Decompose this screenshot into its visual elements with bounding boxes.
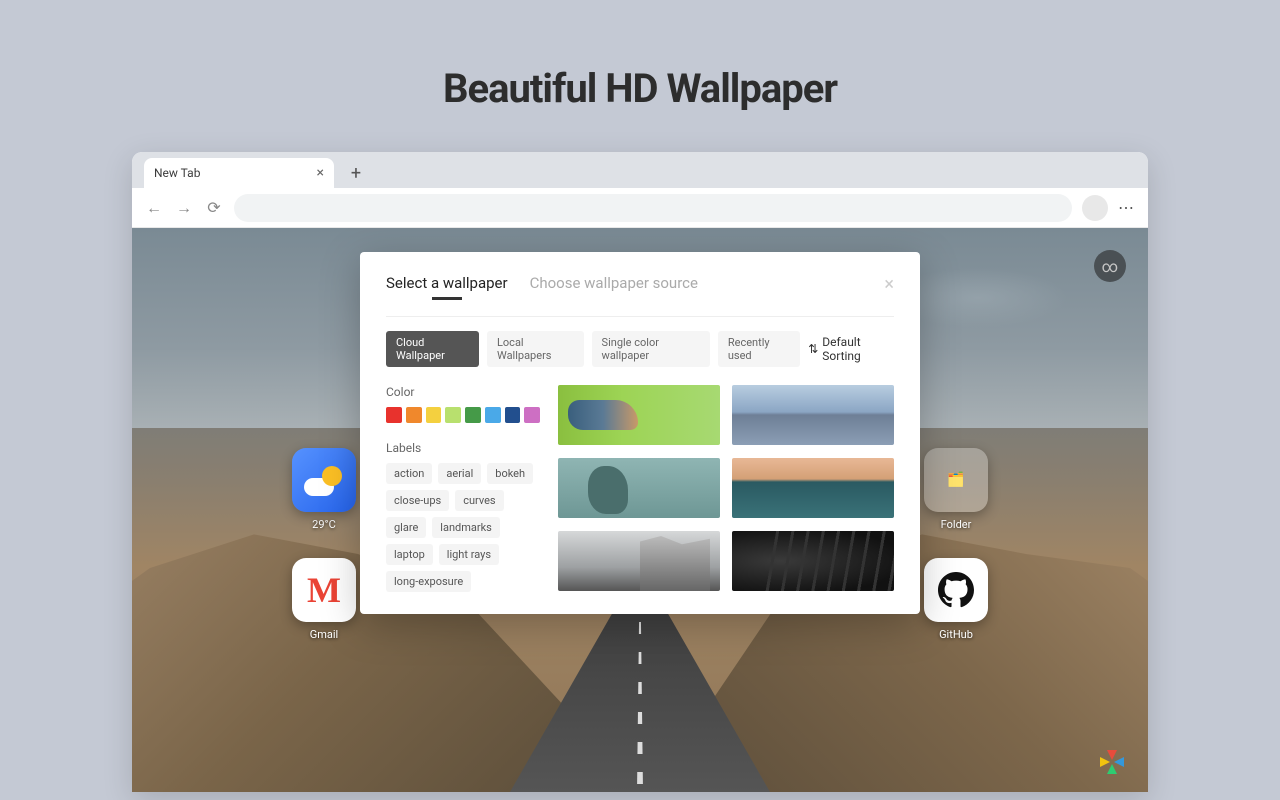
github-shortcut[interactable]: GitHub [924, 558, 988, 641]
source-recent[interactable]: Recently used [718, 331, 800, 367]
weather-widget[interactable]: 29°C [292, 448, 356, 531]
color-swatch[interactable] [465, 407, 481, 423]
label-chip[interactable]: glare [386, 517, 426, 538]
tab-title: New Tab [154, 166, 200, 180]
wallpaper-thumb[interactable] [732, 531, 894, 591]
browser-tab[interactable]: New Tab × [144, 158, 334, 188]
forward-button[interactable]: → [174, 198, 194, 218]
wallpaper-modal: Select a wallpaper Choose wallpaper sour… [360, 252, 920, 614]
tab-strip: New Tab × + [132, 152, 1148, 188]
label-chip[interactable]: light rays [439, 544, 499, 565]
color-heading: Color [386, 385, 540, 399]
new-tab-page: ∞ 29°C 🗂️ Folder M Gmail [132, 228, 1148, 792]
gmail-icon: M [292, 558, 356, 622]
close-icon[interactable]: × [317, 165, 324, 181]
modal-body: Color Labels action aerial [386, 385, 894, 592]
color-swatch[interactable] [406, 407, 422, 423]
wallpaper-thumb[interactable] [732, 385, 894, 445]
folder-label: Folder [941, 518, 972, 531]
browser-window: New Tab × + ← → ⟳ ⋯ ∞ 29°C [132, 152, 1148, 792]
source-single-color[interactable]: Single color wallpaper [592, 331, 710, 367]
label-chip[interactable]: aerial [438, 463, 481, 484]
label-chip[interactable]: action [386, 463, 432, 484]
source-local[interactable]: Local Wallpapers [487, 331, 584, 367]
labels-heading: Labels [386, 441, 540, 455]
label-chip[interactable]: curves [455, 490, 503, 511]
source-cloud[interactable]: Cloud Wallpaper [386, 331, 479, 367]
toolbar: ← → ⟳ ⋯ [132, 188, 1148, 228]
weather-icon [292, 448, 356, 512]
reload-button[interactable]: ⟳ [204, 198, 224, 217]
folder-shortcut[interactable]: 🗂️ Folder [924, 448, 988, 531]
label-chip[interactable]: laptop [386, 544, 433, 565]
color-swatch[interactable] [445, 407, 461, 423]
github-icon [924, 558, 988, 622]
color-swatch[interactable] [386, 407, 402, 423]
color-swatch[interactable] [524, 407, 540, 423]
back-button[interactable]: ← [144, 198, 164, 218]
address-bar[interactable] [234, 194, 1072, 222]
sort-icon: ⇅ [808, 342, 818, 356]
overflow-menu-icon[interactable]: ⋯ [1118, 198, 1136, 217]
sort-button[interactable]: ⇅ Default Sorting [808, 335, 894, 363]
label-chip[interactable]: close-ups [386, 490, 449, 511]
filter-sidebar: Color Labels action aerial [386, 385, 540, 592]
label-chips: action aerial bokeh close-ups curves gla… [386, 463, 540, 592]
tab-choose-source[interactable]: Choose wallpaper source [530, 274, 698, 298]
gmail-label: Gmail [310, 628, 338, 641]
wallpaper-thumb[interactable] [732, 458, 894, 518]
modal-header: Select a wallpaper Choose wallpaper sour… [386, 274, 894, 316]
pinwheel-icon[interactable] [1100, 750, 1124, 774]
wallpaper-thumb[interactable] [558, 458, 720, 518]
profile-avatar[interactable] [1082, 195, 1108, 221]
wallpaper-thumb[interactable] [558, 385, 720, 445]
color-swatches [386, 407, 540, 423]
label-chip[interactable]: long-exposure [386, 571, 471, 592]
label-chip[interactable]: landmarks [432, 517, 500, 538]
weather-label: 29°C [312, 518, 336, 531]
hero-title: Beautiful HD Wallpaper [0, 0, 1280, 112]
color-swatch[interactable] [485, 407, 501, 423]
new-tab-button[interactable]: + [344, 161, 368, 185]
gmail-shortcut[interactable]: M Gmail [292, 558, 356, 641]
folder-icon: 🗂️ [924, 448, 988, 512]
github-label: GitHub [939, 628, 973, 641]
color-swatch[interactable] [505, 407, 521, 423]
label-chip[interactable]: bokeh [487, 463, 533, 484]
modal-close-icon[interactable]: × [884, 274, 894, 295]
wallpaper-grid [558, 385, 894, 592]
sort-label-text: Default Sorting [822, 335, 894, 363]
wallpaper-thumb[interactable] [558, 531, 720, 591]
tab-select-wallpaper[interactable]: Select a wallpaper [386, 274, 508, 298]
source-row: Cloud Wallpaper Local Wallpapers Single … [386, 316, 894, 367]
color-swatch[interactable] [426, 407, 442, 423]
infinity-icon[interactable]: ∞ [1094, 250, 1126, 282]
